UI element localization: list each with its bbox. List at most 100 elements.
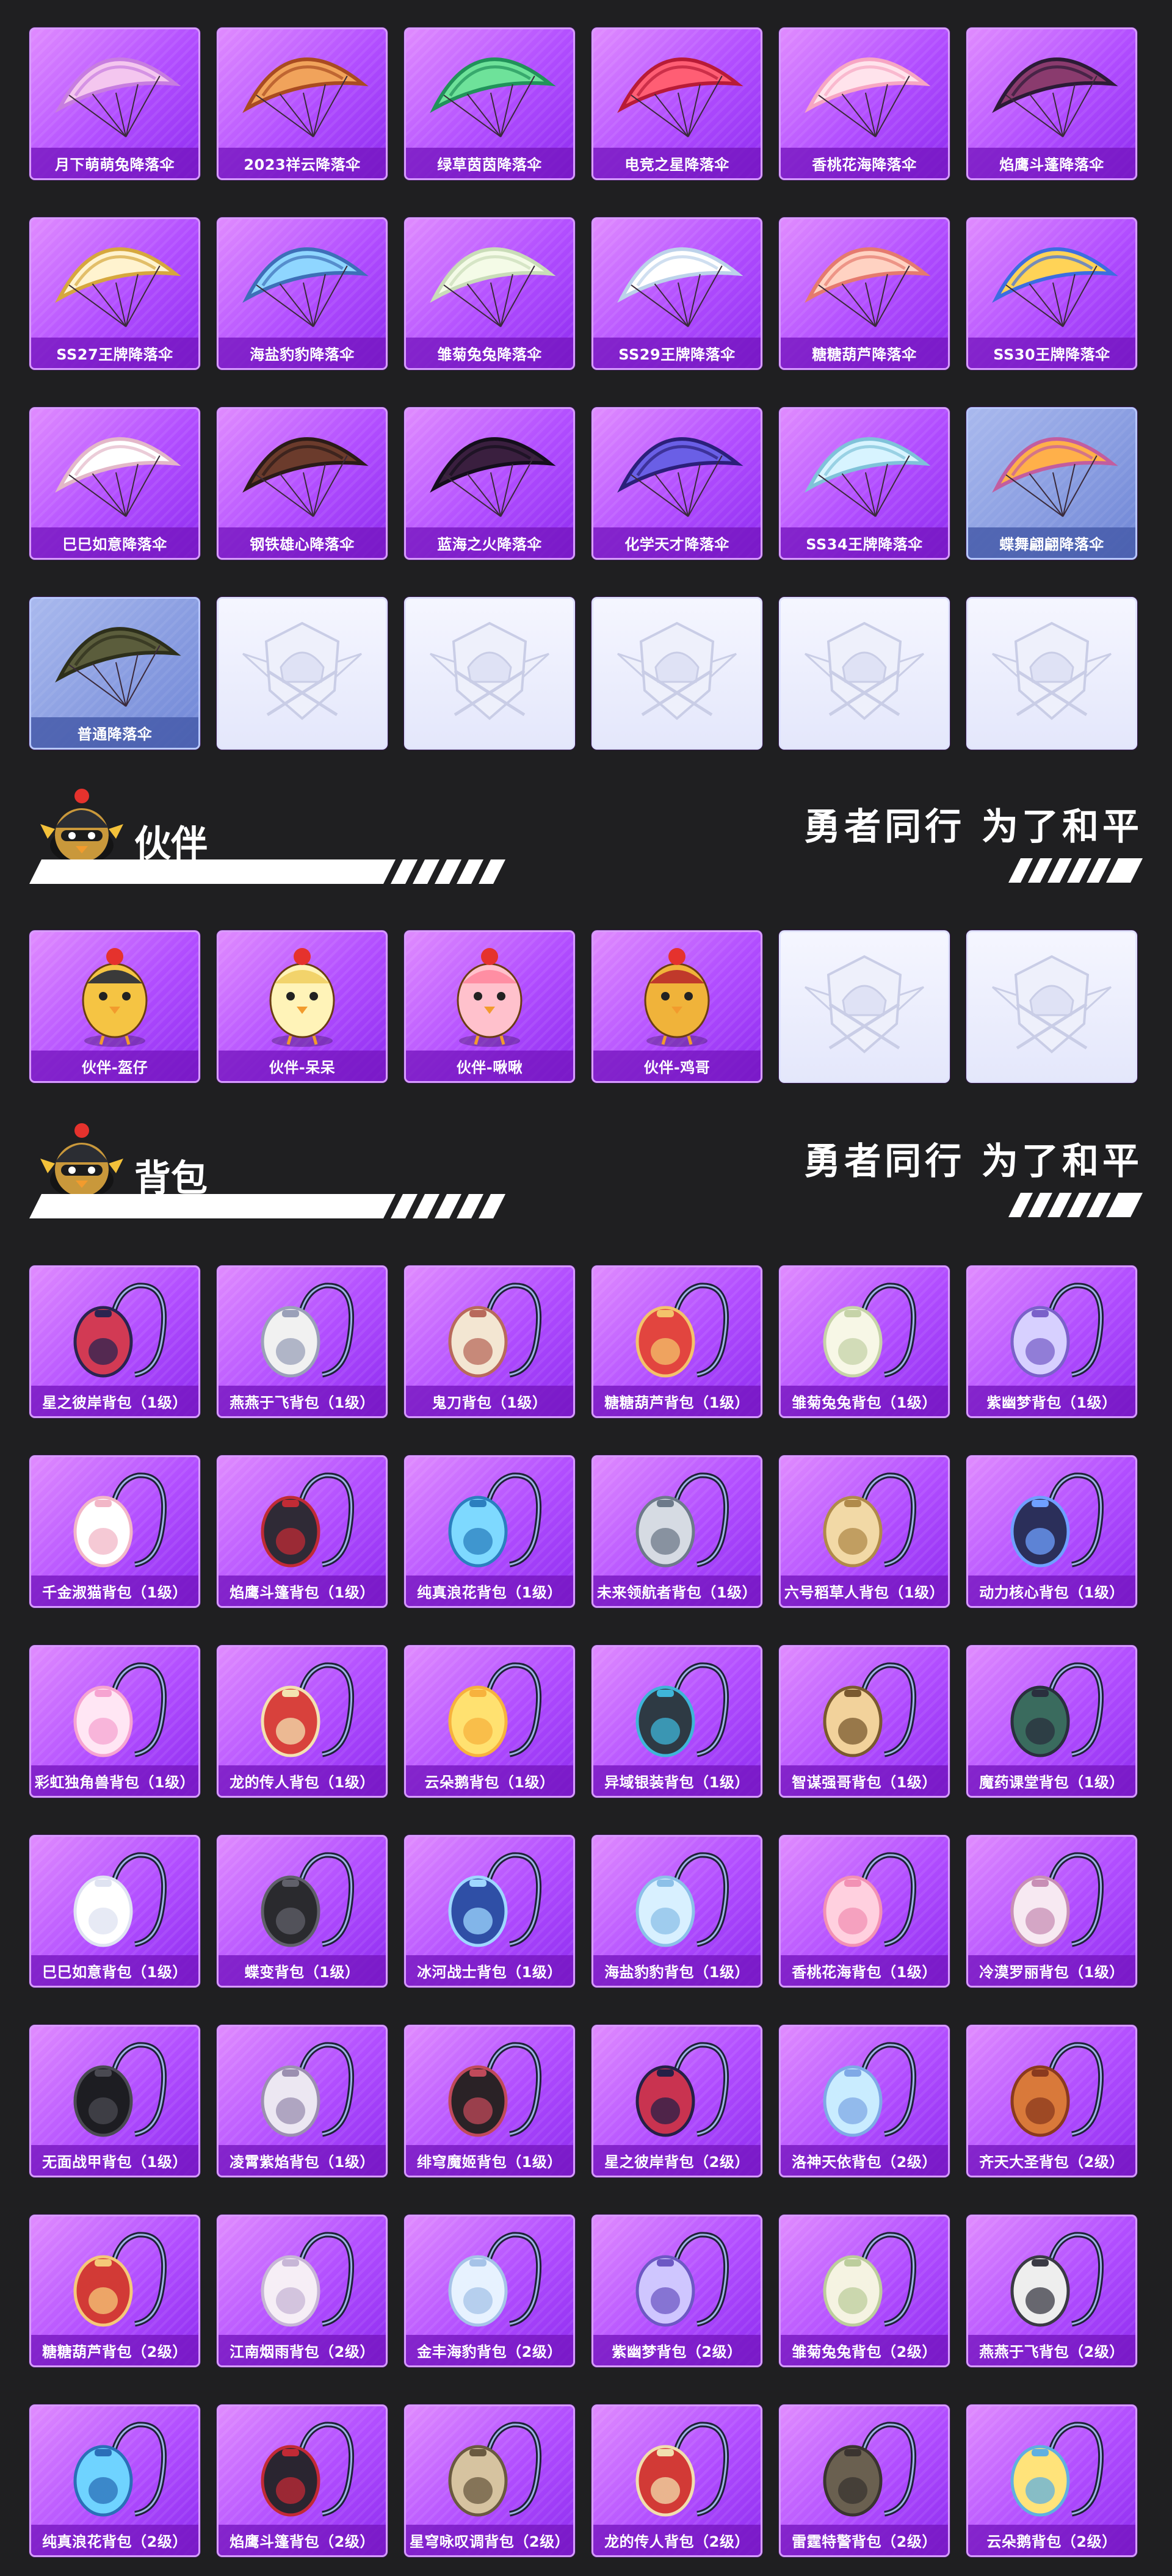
backpack-icon — [261, 1852, 355, 1947]
parachute-card[interactable]: 绿草茵茵降落伞 — [404, 27, 575, 180]
backpack-card[interactable]: 龙的传人背包（1级） — [217, 1645, 388, 1798]
parachute-card[interactable]: SS29王牌降落伞 — [591, 217, 762, 370]
backpack-label: 巳巳如意背包（1级） — [31, 1955, 198, 1986]
backpack-label: 紫幽梦背包（1级） — [968, 1386, 1135, 1416]
parachute-card[interactable]: 海盐豹豹降落伞 — [217, 217, 388, 370]
parachute-card[interactable]: 2023祥云降落伞 — [217, 27, 388, 180]
backpack-card[interactable]: 香桃花海背包（1级） — [779, 1835, 950, 1988]
backpack-card[interactable]: 智谋强哥背包（1级） — [779, 1645, 950, 1798]
parachute-card[interactable]: 雏菊兔兔降落伞 — [404, 217, 575, 370]
backpack-card[interactable]: 云朵鹅背包（1级） — [404, 1645, 575, 1798]
parachute-icon — [430, 437, 556, 517]
backpack-card[interactable]: 纯真浪花背包（1级） — [404, 1455, 575, 1608]
parachute-label: 2023祥云降落伞 — [219, 148, 386, 178]
backpack-card[interactable]: 巳巳如意背包（1级） — [29, 1835, 200, 1988]
empty-slot-card — [779, 930, 950, 1083]
backpack-card[interactable]: 纯真浪花背包（2级） — [29, 2404, 200, 2557]
parachute-label: 蝶舞翩翩降落伞 — [968, 527, 1135, 558]
backpack-card[interactable]: 凌霄紫焰背包（1级） — [217, 2025, 388, 2177]
backpack-icon — [635, 1852, 729, 1947]
backpack-card[interactable]: 六号稻草人背包（1级） — [779, 1455, 950, 1608]
backpack-label: 雷霆特警背包（2级） — [781, 2525, 948, 2555]
backpack-card[interactable]: 彩虹独角兽背包（1级） — [29, 1645, 200, 1798]
companion-card[interactable]: 伙伴-盔仔 — [29, 930, 200, 1083]
backpack-card[interactable]: 焰鹰斗篷背包（1级） — [217, 1455, 388, 1608]
backpack-label: 无面战甲背包（1级） — [31, 2145, 198, 2176]
parachute-grid: 月下萌萌兔降落伞 2023祥云降落伞 绿草茵茵降落伞 电竞之星降落伞 香桃花海降落伞 焰鹰… — [29, 27, 1137, 750]
parachute-card[interactable]: 月下萌萌兔降落伞 — [29, 27, 200, 180]
backpack-card[interactable]: 星之彼岸背包（1级） — [29, 1265, 200, 1418]
backpack-icon — [635, 2232, 729, 2327]
backpack-card[interactable]: 雏菊兔兔背包（2级） — [779, 2215, 950, 2367]
backpack-icon — [1010, 1852, 1104, 1947]
parachute-icon — [242, 247, 369, 327]
backpack-icon — [448, 1852, 542, 1947]
parachute-card[interactable]: 电竞之星降落伞 — [591, 27, 762, 180]
backpack-card[interactable]: 紫幽梦背包（1级） — [966, 1265, 1137, 1418]
backpack-icon — [73, 2232, 167, 2327]
backpack-card[interactable]: 未来领航者背包（1级） — [591, 1455, 762, 1608]
backpack-card[interactable]: 雷霆特警背包（2级） — [779, 2404, 950, 2557]
backpack-card[interactable]: 龙的传人背包（2级） — [591, 2404, 762, 2557]
parachute-label: 绿草茵茵降落伞 — [406, 148, 573, 178]
parachute-card[interactable]: 香桃花海降落伞 — [779, 27, 950, 180]
parachute-card[interactable]: 蝶舞翩翩降落伞 — [966, 407, 1137, 560]
parachute-label: SS27王牌降落伞 — [31, 338, 198, 368]
backpack-card[interactable]: 无面战甲背包（1级） — [29, 2025, 200, 2177]
companion-label: 伙伴-鸡哥 — [593, 1051, 761, 1081]
parachute-label: 海盐豹豹降落伞 — [219, 338, 386, 368]
backpack-card[interactable]: 鬼刀背包（1级） — [404, 1265, 575, 1418]
companion-card[interactable]: 伙伴-鸡哥 — [591, 930, 762, 1083]
backpack-card[interactable]: 绯穹魔姬背包（1级） — [404, 2025, 575, 2177]
parachute-icon — [242, 437, 369, 517]
backpack-icon — [823, 1662, 917, 1757]
backpack-card[interactable]: 金丰海豹背包（2级） — [404, 2215, 575, 2367]
parachute-card[interactable]: 巳巳如意降落伞 — [29, 407, 200, 560]
backpack-card[interactable]: 冰河战士背包（1级） — [404, 1835, 575, 1988]
section-underline-bar — [29, 1194, 505, 1218]
backpack-card[interactable]: 燕燕于飞背包（2级） — [966, 2215, 1137, 2367]
backpack-icon — [73, 1472, 167, 1568]
parachute-icon — [55, 627, 181, 707]
backpack-card[interactable]: 动力核心背包（1级） — [966, 1455, 1137, 1608]
companion-card[interactable]: 伙伴-呆呆 — [217, 930, 388, 1083]
backpack-card[interactable]: 洛神天依背包（2级） — [779, 2025, 950, 2177]
backpack-card[interactable]: 紫幽梦背包（2级） — [591, 2215, 762, 2367]
backpack-card[interactable]: 魔药课堂背包（1级） — [966, 1645, 1137, 1798]
backpack-card[interactable]: 雏菊兔兔背包（1级） — [779, 1265, 950, 1418]
backpack-card[interactable]: 星穹咏叹调背包（2级） — [404, 2404, 575, 2557]
backpack-card[interactable]: 千金淑猫背包（1级） — [29, 1455, 200, 1608]
parachute-card[interactable]: SS27王牌降落伞 — [29, 217, 200, 370]
parachute-card[interactable]: 糖糖葫芦降落伞 — [779, 217, 950, 370]
parachute-card[interactable]: SS34王牌降落伞 — [779, 407, 950, 560]
parachute-label: 雏菊兔兔降落伞 — [406, 338, 573, 368]
parachute-label: SS34王牌降落伞 — [781, 527, 948, 558]
parachute-card[interactable]: 钢铁雄心降落伞 — [217, 407, 388, 560]
backpack-card[interactable]: 星之彼岸背包（2级） — [591, 2025, 762, 2177]
backpack-icon — [261, 2422, 355, 2517]
empty-slot-card — [966, 597, 1137, 750]
placeholder-emblem-icon — [991, 955, 1112, 1054]
companion-card[interactable]: 伙伴-啾啾 — [404, 930, 575, 1083]
backpack-label: 燕燕于飞背包（1级） — [219, 1386, 386, 1416]
backpack-icon — [1010, 1662, 1104, 1757]
backpack-card[interactable]: 焰鹰斗篷背包（2级） — [217, 2404, 388, 2557]
backpack-card[interactable]: 燕燕于飞背包（1级） — [217, 1265, 388, 1418]
backpack-card[interactable]: 糖糖葫芦背包（1级） — [591, 1265, 762, 1418]
parachute-card[interactable]: 蓝海之火降落伞 — [404, 407, 575, 560]
backpack-card[interactable]: 蝶变背包（1级） — [217, 1835, 388, 1988]
backpack-card[interactable]: 冷漠罗丽背包（1级） — [966, 1835, 1137, 1988]
backpack-card[interactable]: 云朵鹅背包（2级） — [966, 2404, 1137, 2557]
backpack-card[interactable]: 异域银装背包（1级） — [591, 1645, 762, 1798]
backpack-card[interactable]: 江南烟雨背包（2级） — [217, 2215, 388, 2367]
backpack-icon — [448, 1662, 542, 1757]
backpack-icon — [261, 1662, 355, 1757]
parachute-icon — [55, 57, 181, 137]
parachute-card[interactable]: 普通降落伞 — [29, 597, 200, 750]
backpack-card[interactable]: 糖糖葫芦背包（2级） — [29, 2215, 200, 2367]
parachute-card[interactable]: SS30王牌降落伞 — [966, 217, 1137, 370]
backpack-card[interactable]: 海盐豹豹背包（1级） — [591, 1835, 762, 1988]
parachute-card[interactable]: 焰鹰斗蓬降落伞 — [966, 27, 1137, 180]
parachute-card[interactable]: 化学天才降落伞 — [591, 407, 762, 560]
backpack-card[interactable]: 齐天大圣背包（2级） — [966, 2025, 1137, 2177]
